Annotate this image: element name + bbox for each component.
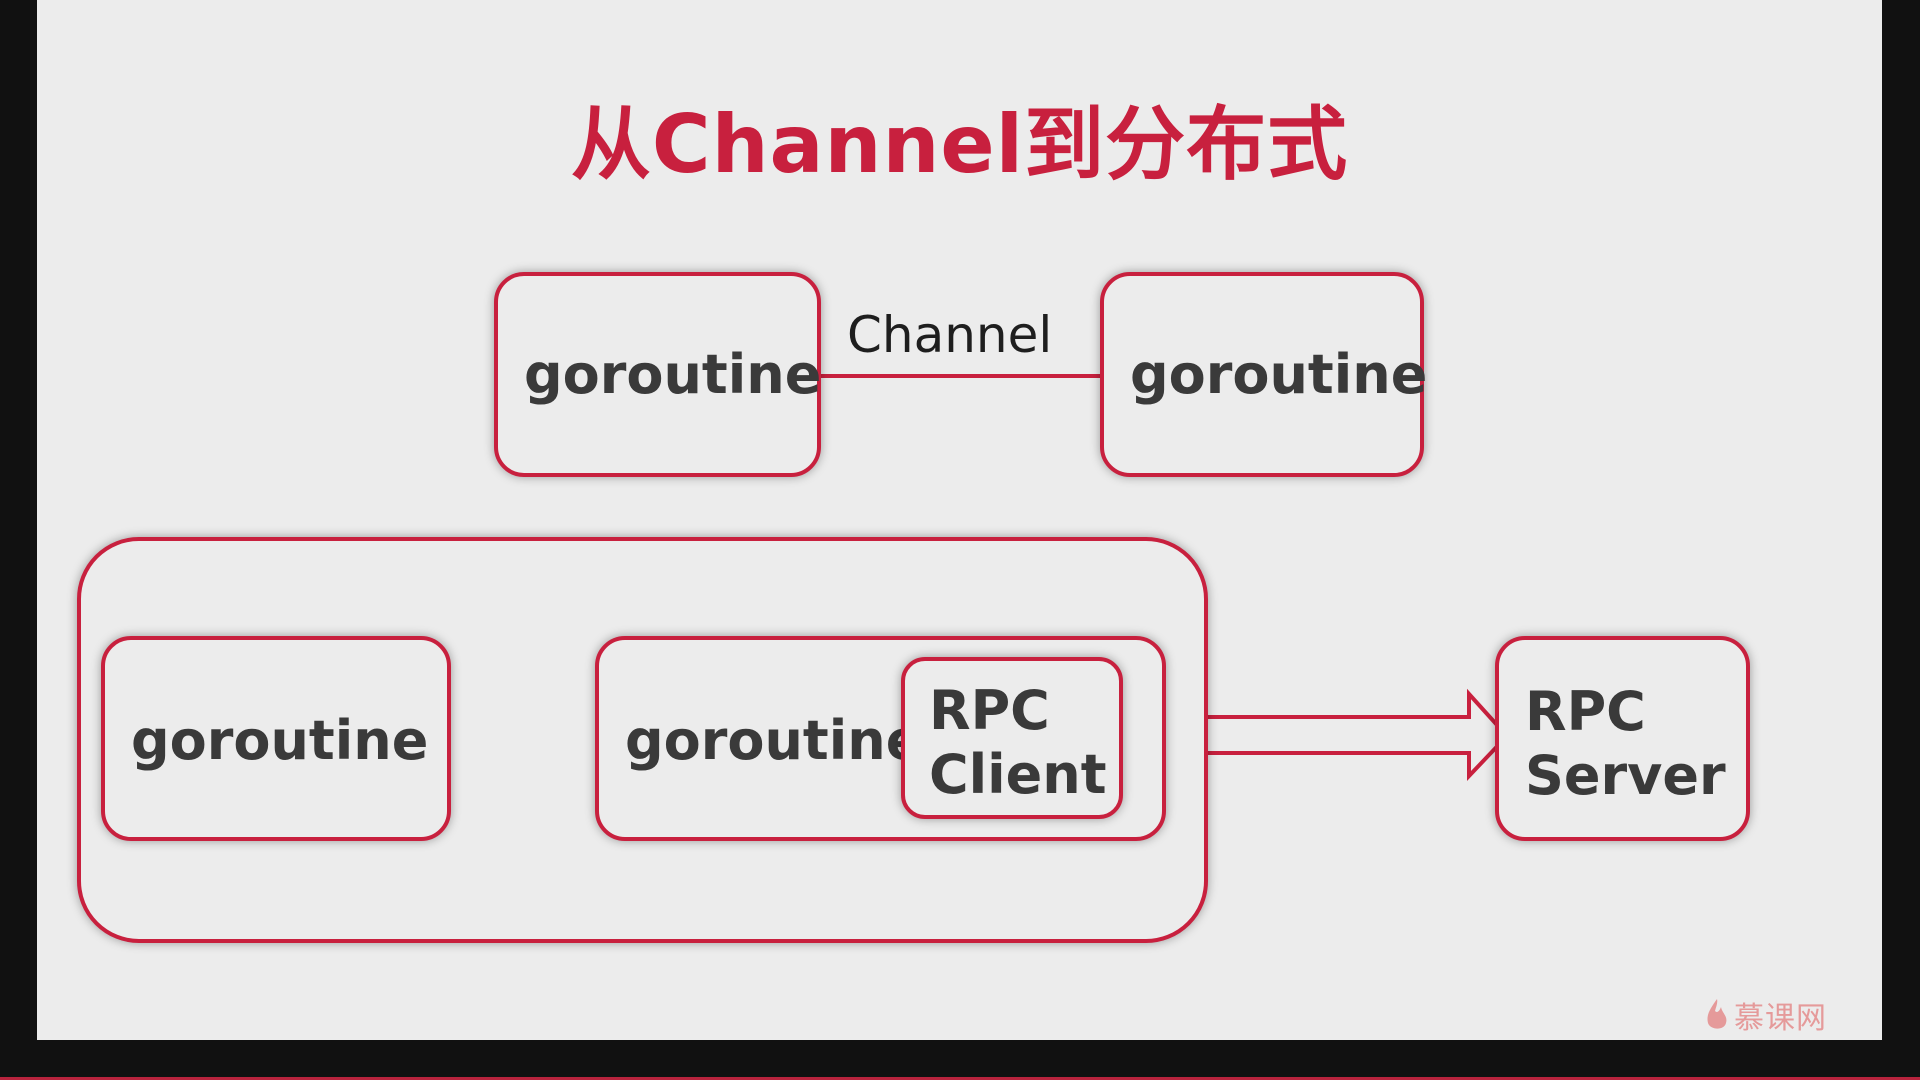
rpc-server-label-line1: RPC <box>1525 680 1646 743</box>
rpc-client-label-line1: RPC <box>929 679 1050 742</box>
rpc-server-node: RPC Server <box>1495 636 1750 841</box>
rpc-server-label-line2: Server <box>1525 744 1726 807</box>
node-label: goroutine <box>1130 343 1428 406</box>
goroutine-node-bottom-left: goroutine <box>101 636 451 841</box>
goroutine-node-top-left: goroutine <box>494 272 821 477</box>
watermark: 慕课网 <box>1704 993 1827 1037</box>
channel-label: Channel <box>847 306 1053 364</box>
slide: 从Channel到分布式 goroutine Channel goroutine… <box>37 0 1882 1040</box>
node-label: goroutine <box>524 343 822 406</box>
node-label: goroutine <box>131 709 429 772</box>
flame-icon <box>1707 999 1727 1029</box>
channel-arrow <box>821 360 1129 392</box>
node-label: goroutine <box>625 709 923 772</box>
goroutine-node-top-right: goroutine <box>1100 272 1428 477</box>
rpc-client-node: RPC Client <box>901 657 1123 819</box>
rpc-client-label-line2: Client <box>929 743 1107 806</box>
watermark-text: 慕课网 <box>1734 1001 1827 1036</box>
